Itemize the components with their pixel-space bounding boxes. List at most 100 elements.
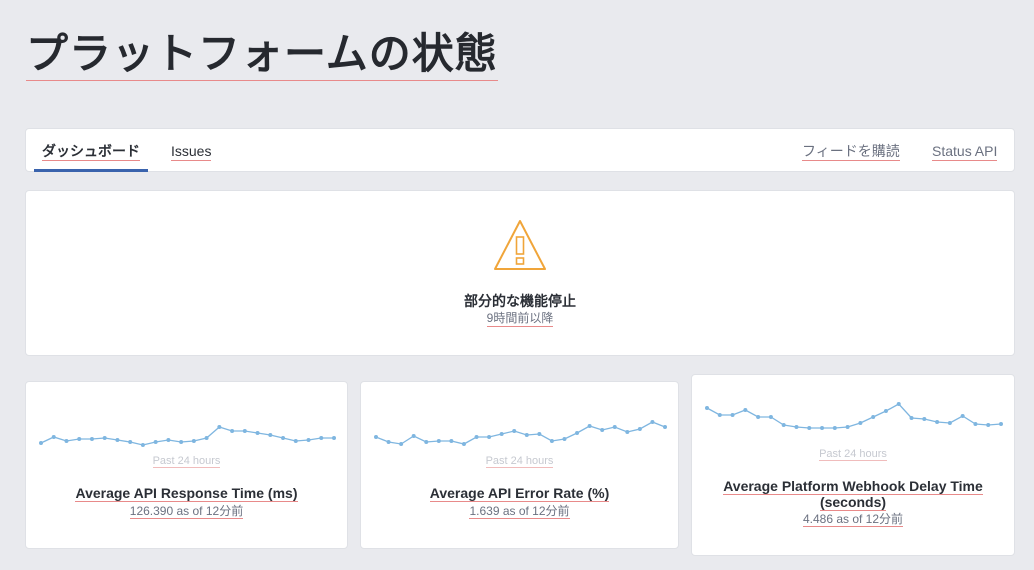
metric-value-text: 126.390 as of 12分前 (129, 504, 244, 519)
sparkline-point (306, 438, 311, 442)
sparkline-point (102, 436, 107, 440)
period-label-text: Past 24 hours (485, 455, 554, 468)
sparkline-point (794, 425, 799, 429)
sparkline-point (999, 422, 1003, 426)
metric-value: 4.486 as of 12分前 (692, 510, 1014, 527)
active-tab-indicator (34, 169, 148, 172)
sparkline-point (922, 417, 927, 421)
sparkline-point (820, 426, 825, 430)
sparkline-point (587, 424, 592, 428)
sparkline-point (51, 435, 56, 439)
sparkline-point (153, 440, 158, 444)
metric-value-text: 4.486 as of 12分前 (802, 512, 904, 527)
sparkline-point (319, 436, 324, 440)
sparkline-point (64, 439, 69, 443)
tab-issues[interactable]: Issues (171, 129, 212, 172)
sparkline-point (663, 425, 667, 429)
sparkline-point (600, 428, 605, 432)
nav-bar: ダッシュボード Issues フィードを購読 Status API (25, 128, 1015, 172)
sparkline-point (461, 442, 466, 446)
page-title: プラットフォームの状態 (26, 28, 498, 81)
sparkline-point (217, 425, 222, 429)
subscribe-feed-link[interactable]: フィードを購読 (802, 129, 900, 173)
period-label: Past 24 hours (692, 448, 1014, 461)
sparkline-point (973, 422, 978, 426)
sparkline-point (255, 431, 260, 435)
sparkline-point (947, 421, 952, 425)
sparkline-point (717, 413, 722, 417)
sparkline-point (537, 432, 542, 436)
sparkline-point (562, 437, 567, 441)
sparkline-point (77, 437, 82, 441)
metric-title-text: Average Platform Webhook Delay Time (sec… (723, 478, 983, 511)
sparkline-point (896, 402, 901, 406)
tab-dashboard[interactable]: ダッシュボード (42, 129, 140, 172)
sparkline-point (499, 432, 504, 436)
metric-title[interactable]: Average API Error Rate (%) (361, 485, 678, 502)
period-label-text: Past 24 hours (152, 455, 221, 468)
sparkline-point (89, 437, 94, 441)
sparkline-point (474, 435, 479, 439)
period-label-text: Past 24 hours (819, 448, 887, 461)
sparkline-point (909, 416, 914, 420)
sparkline-point (399, 442, 404, 446)
sparkline-point (293, 439, 298, 443)
sparkline-point (191, 439, 196, 443)
sparkline-point (858, 421, 863, 425)
metric-value: 126.390 as of 12分前 (26, 502, 347, 519)
sparkline-line (706, 403, 1002, 429)
sparkline-point (204, 436, 209, 440)
sparkline-point (424, 440, 429, 444)
sparkline-line (40, 426, 334, 446)
sparkline-point (935, 420, 940, 424)
sparkline-point (524, 433, 529, 437)
status-title-text: 部分的な機能停止 (464, 293, 576, 309)
sparkline-point (871, 415, 876, 419)
sparkline-point (986, 423, 991, 427)
sparkline-point (883, 409, 888, 413)
sparkline-point (768, 415, 773, 419)
sparkline-point (512, 429, 517, 433)
sparkline-point (281, 436, 286, 440)
status-api-link[interactable]: Status API (932, 129, 998, 173)
sparkline-point (612, 425, 617, 429)
period-label: Past 24 hours (26, 455, 347, 468)
metric-title-text: Average API Error Rate (%) (429, 485, 610, 502)
sparkline-point (242, 429, 247, 433)
status-api-label: Status API (932, 143, 998, 161)
sparkline-point (743, 408, 748, 412)
sparkline-point (845, 425, 850, 429)
status-since-link[interactable]: 9時間前以降 (486, 311, 554, 327)
metric-value: 1.639 as of 12分前 (361, 502, 678, 519)
sparkline-point (332, 436, 336, 440)
sparkline-point (756, 415, 761, 419)
subscribe-feed-label: フィードを購読 (802, 143, 900, 161)
metric-card-response-time: Past 24 hours Average API Response Time … (25, 381, 348, 549)
status-title: 部分的な機能停止 (26, 291, 1014, 311)
sparkline-point (39, 441, 43, 445)
sparkline-line (375, 421, 666, 445)
sparkline-point (268, 433, 273, 437)
status-subtitle: 9時間前以降 (26, 309, 1014, 327)
sparkline-point (781, 423, 786, 427)
metric-title[interactable]: Average API Response Time (ms) (26, 485, 347, 502)
metric-title-text: Average API Response Time (ms) (75, 485, 298, 502)
sparkline-point (140, 443, 145, 447)
period-label: Past 24 hours (361, 455, 678, 468)
sparkline-point (230, 429, 235, 433)
sparkline-point (549, 439, 554, 443)
sparkline-point (436, 439, 441, 443)
metric-title[interactable]: Average Platform Webhook Delay Time (sec… (692, 478, 1014, 511)
metric-value-text: 1.639 as of 12分前 (469, 504, 570, 519)
sparkline-point (575, 431, 580, 435)
sparkline-point (374, 435, 378, 439)
sparkline-point (128, 440, 133, 444)
tab-dashboard-label: ダッシュボード (42, 143, 140, 161)
sparkline-point (705, 406, 709, 410)
sparkline-point (960, 414, 965, 418)
sparkline-point (115, 438, 120, 442)
sparkline-point (179, 440, 184, 444)
sparkline-point (487, 435, 492, 439)
sparkline-point (832, 426, 837, 430)
sparkline-point (386, 440, 391, 444)
